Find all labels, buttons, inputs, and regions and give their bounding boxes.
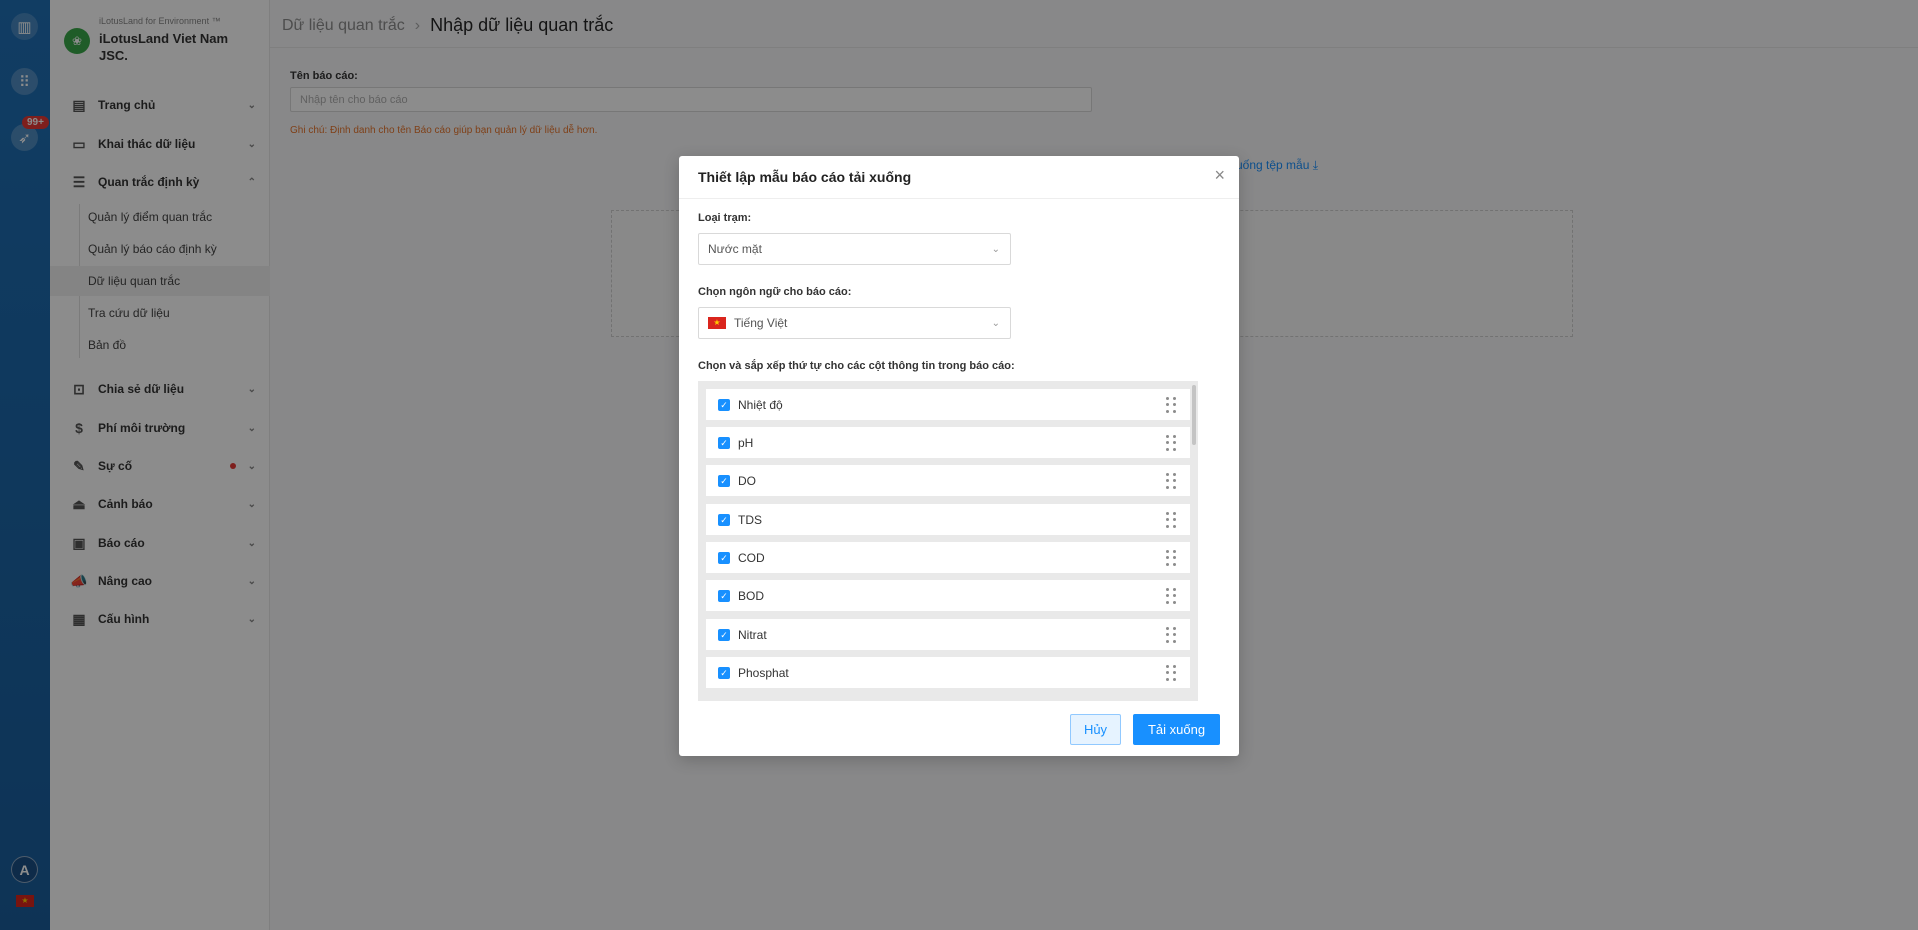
drag-handle-icon[interactable] xyxy=(1166,627,1176,643)
column-item[interactable]: ✓ TDS xyxy=(706,504,1190,535)
scrollbar[interactable] xyxy=(1192,385,1196,445)
checkbox-checked-icon[interactable]: ✓ xyxy=(718,628,730,641)
station-type-label: Loại trạm: xyxy=(698,212,752,224)
language-value: Tiếng Việt xyxy=(734,316,788,330)
station-type-value: Nước mặt xyxy=(708,242,762,256)
column-item[interactable]: ✓ BOD xyxy=(706,580,1190,611)
column-label: DO xyxy=(738,473,756,488)
column-label: Nhiệt độ xyxy=(738,397,783,412)
checkbox-checked-icon[interactable]: ✓ xyxy=(718,474,730,487)
cancel-button[interactable]: Hủy xyxy=(1070,714,1121,745)
chevron-down-icon: ⌄ xyxy=(991,243,1000,255)
station-type-select[interactable]: Nước mặt ⌄ xyxy=(698,233,1011,265)
column-label: TDS xyxy=(738,512,762,527)
column-label: Nitrat xyxy=(738,627,767,642)
drag-handle-icon[interactable] xyxy=(1166,512,1176,528)
column-item[interactable]: ✓ Nhiệt độ xyxy=(706,389,1190,420)
drag-handle-icon[interactable] xyxy=(1166,665,1176,681)
checkbox-checked-icon[interactable]: ✓ xyxy=(718,436,730,449)
column-item[interactable]: ✓ DO xyxy=(706,465,1190,496)
drag-handle-icon[interactable] xyxy=(1166,473,1176,489)
close-icon[interactable]: × xyxy=(1214,165,1225,186)
drag-handle-icon[interactable] xyxy=(1166,397,1176,413)
chevron-down-icon: ⌄ xyxy=(991,317,1000,329)
language-label: Chọn ngôn ngữ cho báo cáo: xyxy=(698,286,852,298)
column-label: BOD xyxy=(738,588,765,603)
checkbox-checked-icon[interactable]: ✓ xyxy=(718,589,730,602)
column-item[interactable]: ✓ Phosphat xyxy=(706,657,1190,688)
checkbox-checked-icon[interactable]: ✓ xyxy=(718,513,730,526)
download-template-modal: Thiết lập mẫu báo cáo tải xuống × Loại t… xyxy=(679,156,1239,756)
column-item[interactable]: ✓ pH xyxy=(706,427,1190,458)
column-label: COD xyxy=(738,550,765,565)
modal-header: Thiết lập mẫu báo cáo tải xuống × xyxy=(679,156,1239,199)
column-list: ✓ Nhiệt độ ✓ pH ✓ DO ✓ TDS ✓ COD ✓ BOD ✓… xyxy=(698,381,1198,701)
download-button[interactable]: Tải xuống xyxy=(1133,714,1220,745)
column-label: Phosphat xyxy=(738,665,789,680)
drag-handle-icon[interactable] xyxy=(1166,588,1176,604)
column-item[interactable]: ✓ Nitrat xyxy=(706,619,1190,650)
drag-handle-icon[interactable] xyxy=(1166,550,1176,566)
modal-title: Thiết lập mẫu báo cáo tải xuống xyxy=(698,169,912,185)
columns-label: Chọn và sắp xếp thứ tự cho các cột thông… xyxy=(698,360,1015,372)
column-label: pH xyxy=(738,435,754,450)
vietnam-flag-icon: ★ xyxy=(708,317,726,329)
language-select[interactable]: ★ Tiếng Việt ⌄ xyxy=(698,307,1011,339)
checkbox-checked-icon[interactable]: ✓ xyxy=(718,551,730,564)
checkbox-checked-icon[interactable]: ✓ xyxy=(718,666,730,679)
column-item[interactable]: ✓ COD xyxy=(706,542,1190,573)
checkbox-checked-icon[interactable]: ✓ xyxy=(718,398,730,411)
drag-handle-icon[interactable] xyxy=(1166,435,1176,451)
